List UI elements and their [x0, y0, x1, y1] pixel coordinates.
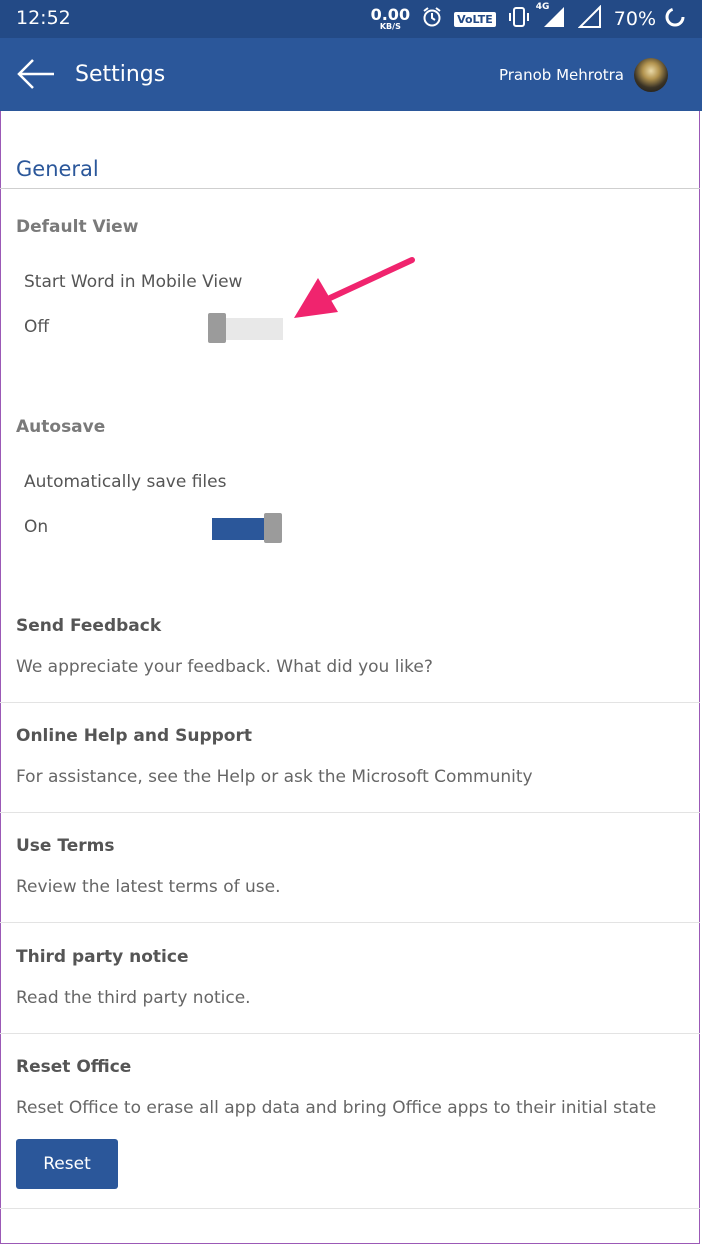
reset-title: Reset Office	[16, 1057, 132, 1077]
reset-desc: Reset Office to erase all app data and b…	[16, 1098, 657, 1118]
divider	[0, 188, 700, 189]
setting-label-mobile-view: Start Word in Mobile View	[24, 272, 243, 292]
avatar[interactable]	[634, 58, 668, 92]
battery-ring-icon	[664, 6, 686, 32]
divider	[0, 702, 700, 703]
volte-badge: VoLTE	[454, 11, 496, 27]
status-time: 12:52	[16, 7, 71, 29]
back-arrow-icon	[17, 59, 54, 89]
alarm-icon	[422, 6, 442, 32]
divider	[0, 812, 700, 813]
annotation-arrow-icon	[294, 257, 415, 318]
divider	[0, 1208, 700, 1209]
network-type: 4G	[535, 2, 550, 12]
signal-icon	[577, 4, 602, 33]
divider	[0, 1033, 700, 1034]
app-bar: Settings Pranob Mehrotra	[0, 38, 702, 111]
toggle-thumb	[264, 513, 282, 543]
group-label-autosave: Autosave	[16, 417, 106, 437]
group-label-default-view: Default View	[16, 217, 139, 237]
user-name[interactable]: Pranob Mehrotra	[499, 66, 624, 84]
back-button[interactable]	[16, 56, 56, 92]
reset-button[interactable]: Reset	[16, 1139, 118, 1189]
list-item-desc: Review the latest terms of use.	[16, 877, 281, 897]
battery-percent: 70%	[613, 8, 656, 30]
network-speed: 0.00 KB/S	[371, 7, 410, 31]
signal-icon-4g: 4G	[536, 2, 566, 33]
list-item-desc: Read the third party notice.	[16, 988, 251, 1008]
list-item-title: Third party notice	[16, 947, 189, 967]
list-item-desc: For assistance, see the Help or ask the …	[16, 767, 533, 787]
list-item-title: Send Feedback	[16, 616, 162, 636]
state-label-mobile-view: Off	[24, 317, 50, 337]
status-icons: 0.00 KB/S VoLTE 4G 70%	[371, 2, 686, 34]
vibrate-icon	[508, 6, 530, 32]
net-speed-unit: KB/S	[379, 22, 401, 31]
section-heading-general: General	[16, 157, 99, 181]
list-item-title: Online Help and Support	[16, 726, 252, 746]
mobile-view-toggle[interactable]	[208, 313, 288, 343]
status-bar: 12:52 0.00 KB/S VoLTE 4G 70%	[0, 0, 702, 38]
divider	[0, 922, 700, 923]
list-item-desc: We appreciate your feedback. What did yo…	[16, 657, 433, 677]
net-speed-value: 0.00	[370, 5, 411, 24]
list-item-title: Use Terms	[16, 836, 115, 856]
setting-label-autosave: Automatically save files	[24, 472, 227, 492]
state-label-autosave: On	[24, 517, 49, 537]
autosave-toggle[interactable]	[208, 513, 288, 543]
toggle-thumb	[208, 313, 226, 343]
page-title: Settings	[75, 62, 166, 87]
